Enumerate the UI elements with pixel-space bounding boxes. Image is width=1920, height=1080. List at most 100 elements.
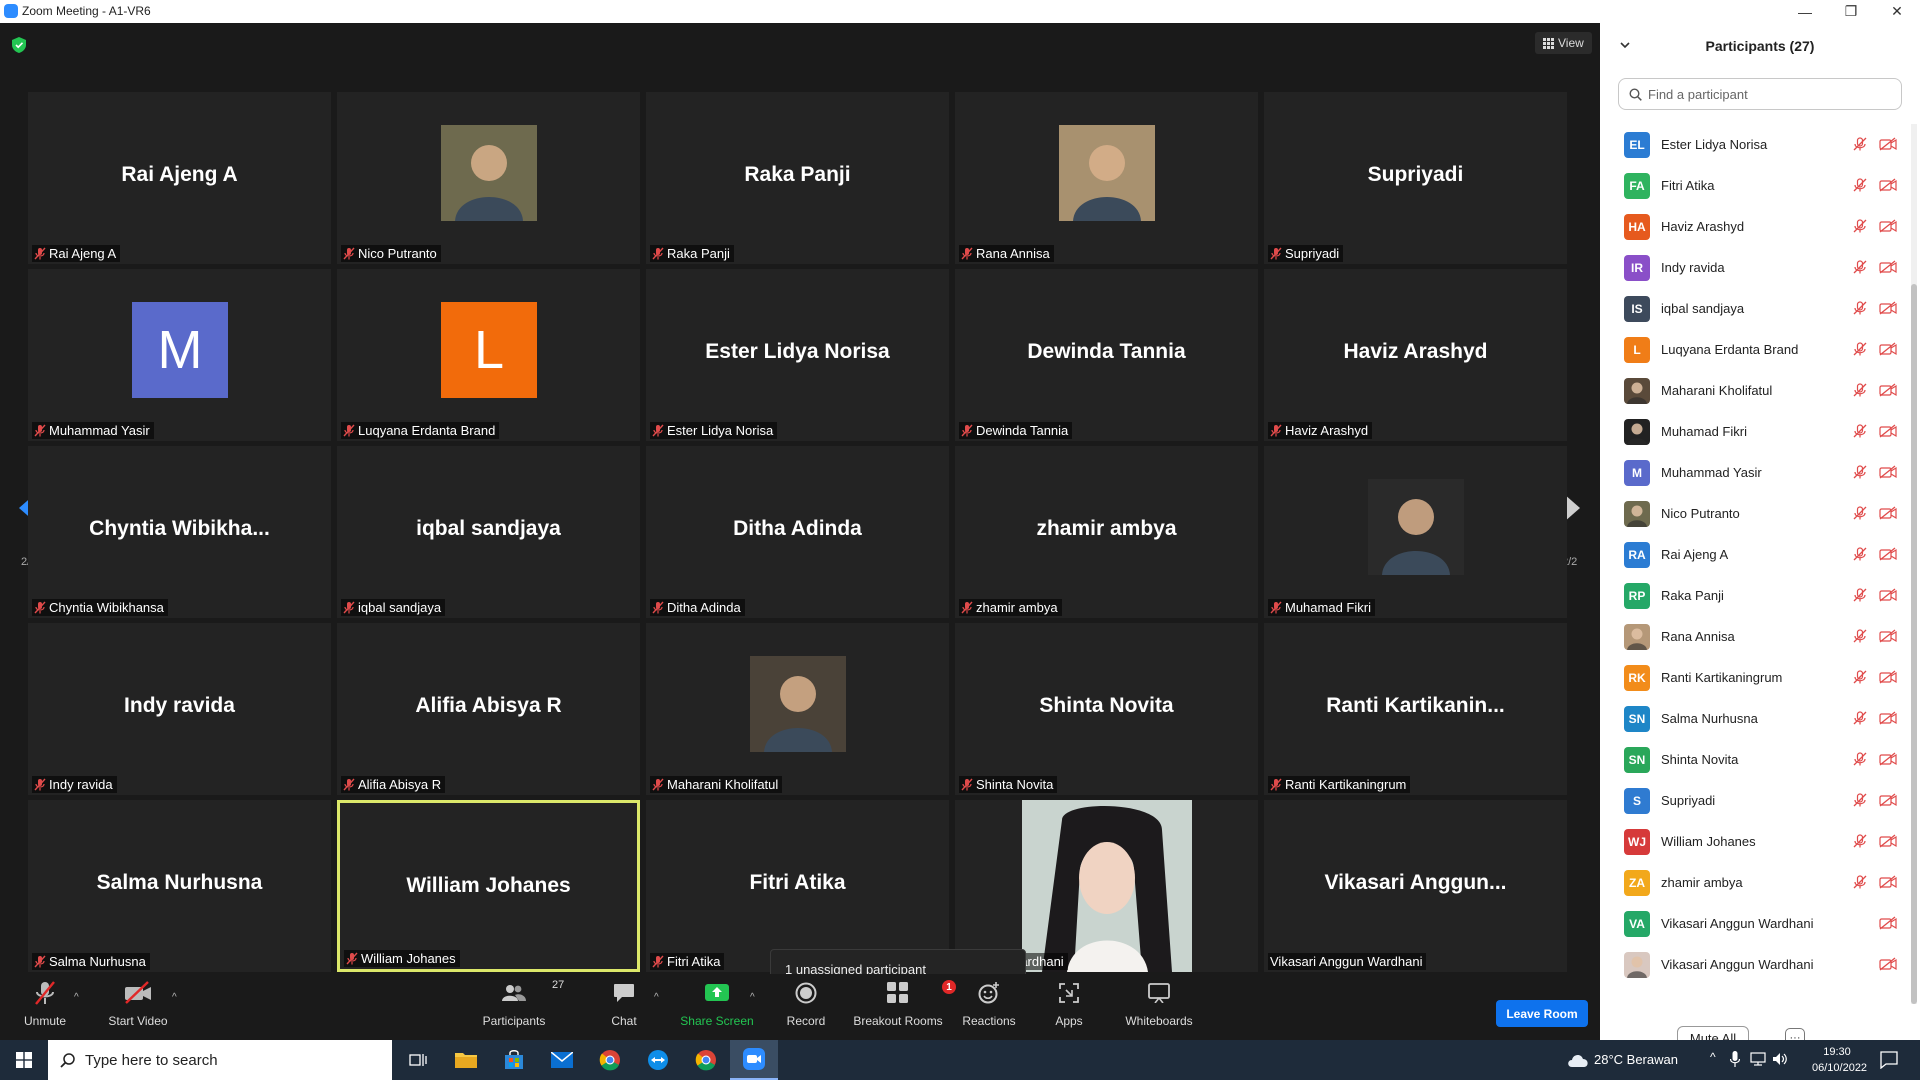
chat-options-caret[interactable]: ^ xyxy=(654,992,659,1003)
muted-microphone-icon[interactable] xyxy=(1853,670,1867,689)
close-button[interactable]: ✕ xyxy=(1874,0,1920,23)
muted-microphone-icon[interactable] xyxy=(1853,629,1867,648)
video-off-icon[interactable] xyxy=(1879,178,1897,197)
scrollbar-thumb[interactable] xyxy=(1911,284,1917,1004)
maximize-button[interactable]: ❐ xyxy=(1828,0,1874,23)
muted-microphone-icon[interactable] xyxy=(1853,260,1867,279)
windows-start-button[interactable] xyxy=(0,1040,48,1080)
video-off-icon[interactable] xyxy=(1879,957,1897,976)
participant-list-item[interactable]: IR Indy ravida xyxy=(1600,247,1910,288)
participant-list-item[interactable]: IS iqbal sandjaya xyxy=(1600,288,1910,329)
participant-tile[interactable]: Fitri Atika Fitri Atika xyxy=(646,800,949,972)
video-off-icon[interactable] xyxy=(1879,506,1897,525)
video-off-icon[interactable] xyxy=(1879,916,1897,935)
participant-tile[interactable]: iqbal sandjaya iqbal sandjaya xyxy=(337,446,640,618)
participant-tile[interactable]: William Johanes William Johanes xyxy=(337,800,640,972)
record-button[interactable]: Record xyxy=(786,976,826,1038)
muted-microphone-icon[interactable] xyxy=(1853,752,1867,771)
participant-tile[interactable]: Rai Ajeng A Rai Ajeng A xyxy=(28,92,331,264)
muted-microphone-icon[interactable] xyxy=(1853,875,1867,894)
audio-options-caret[interactable]: ^ xyxy=(74,992,79,1003)
muted-microphone-icon[interactable] xyxy=(1853,547,1867,566)
minimize-button[interactable]: — xyxy=(1782,0,1828,23)
unmute-button[interactable]: Unmute xyxy=(20,976,70,1038)
network-icon[interactable] xyxy=(1750,1052,1766,1066)
participant-tile[interactable]: Nico Putranto xyxy=(337,92,640,264)
start-video-button[interactable]: Start Video xyxy=(108,976,168,1038)
participant-list-item[interactable]: SN Shinta Novita xyxy=(1600,739,1910,780)
participant-tile[interactable]: Alifia Abisya R Alifia Abisya R xyxy=(337,623,640,795)
whiteboards-button[interactable]: Whiteboards xyxy=(1124,976,1194,1038)
video-off-icon[interactable] xyxy=(1879,301,1897,320)
muted-microphone-icon[interactable] xyxy=(1853,219,1867,238)
participant-list-item[interactable]: HA Haviz Arashyd xyxy=(1600,206,1910,247)
participant-list-item[interactable]: ZA zhamir ambya xyxy=(1600,862,1910,903)
microsoft-store-app[interactable] xyxy=(490,1040,538,1080)
teamviewer-app[interactable] xyxy=(634,1040,682,1080)
participant-list-item[interactable]: RA Rai Ajeng A xyxy=(1600,534,1910,575)
muted-microphone-icon[interactable] xyxy=(1853,342,1867,361)
video-off-icon[interactable] xyxy=(1879,629,1897,648)
muted-microphone-icon[interactable] xyxy=(1853,178,1867,197)
participant-tile[interactable]: Ditha Adinda Ditha Adinda xyxy=(646,446,949,618)
video-off-icon[interactable] xyxy=(1879,137,1897,156)
participant-list-item[interactable]: L Luqyana Erdanta Brand xyxy=(1600,329,1910,370)
participant-list-item[interactable]: M Muhammad Yasir xyxy=(1600,452,1910,493)
show-hidden-icons-icon[interactable]: ^ xyxy=(1710,1050,1716,1064)
task-view-button[interactable] xyxy=(394,1040,442,1080)
participant-list-item[interactable]: FA Fitri Atika xyxy=(1600,165,1910,206)
muted-microphone-icon[interactable] xyxy=(1853,424,1867,443)
participant-list-item[interactable]: S Supriyadi xyxy=(1600,780,1910,821)
participant-tile[interactable]: ggun Wardhani xyxy=(955,800,1258,972)
video-options-caret[interactable]: ^ xyxy=(172,992,177,1003)
participant-tile[interactable]: Ester Lidya Norisa Ester Lidya Norisa xyxy=(646,269,949,441)
participant-tile[interactable]: Raka Panji Raka Panji xyxy=(646,92,949,264)
participant-tile[interactable]: Salma Nurhusna Salma Nurhusna xyxy=(28,800,331,972)
muted-microphone-icon[interactable] xyxy=(1853,301,1867,320)
muted-microphone-icon[interactable] xyxy=(1853,383,1867,402)
video-off-icon[interactable] xyxy=(1879,260,1897,279)
participant-tile[interactable]: Maharani Kholifatul xyxy=(646,623,949,795)
participant-list-item[interactable]: Vikasari Anggun Wardhani xyxy=(1600,944,1910,985)
video-off-icon[interactable] xyxy=(1879,547,1897,566)
video-off-icon[interactable] xyxy=(1879,588,1897,607)
participant-tile[interactable]: Vikasari Anggun... Vikasari Anggun Wardha… xyxy=(1264,800,1567,972)
file-explorer-app[interactable] xyxy=(442,1040,490,1080)
video-off-icon[interactable] xyxy=(1879,793,1897,812)
video-off-icon[interactable] xyxy=(1879,219,1897,238)
participant-list-item[interactable]: RP Raka Panji xyxy=(1600,575,1910,616)
reactions-button[interactable]: Reactions xyxy=(962,976,1016,1038)
view-button[interactable]: View xyxy=(1535,32,1592,54)
share-options-caret[interactable]: ^ xyxy=(750,992,755,1003)
participant-tile[interactable]: zhamir ambya zhamir ambya xyxy=(955,446,1258,618)
encryption-shield-icon[interactable] xyxy=(12,37,26,53)
weather-text[interactable]: 28°C Berawan xyxy=(1594,1052,1678,1067)
chat-button[interactable]: Chat xyxy=(606,976,642,1038)
participant-tile[interactable]: Chyntia Wibikha... Chyntia Wibikhansa xyxy=(28,446,331,618)
muted-microphone-icon[interactable] xyxy=(1853,588,1867,607)
participant-list-item[interactable]: Muhamad Fikri xyxy=(1600,411,1910,452)
video-off-icon[interactable] xyxy=(1879,834,1897,853)
apps-button[interactable]: Apps xyxy=(1054,976,1084,1038)
participant-tile[interactable]: Rana Annisa xyxy=(955,92,1258,264)
microphone-icon[interactable] xyxy=(1730,1051,1740,1068)
chrome-app[interactable] xyxy=(586,1040,634,1080)
participant-tile[interactable]: Dewinda Tannia Dewinda Tannia xyxy=(955,269,1258,441)
participant-list-item[interactable]: SN Salma Nurhusna xyxy=(1600,698,1910,739)
video-off-icon[interactable] xyxy=(1879,424,1897,443)
participant-tile[interactable]: Indy ravida Indy ravida xyxy=(28,623,331,795)
muted-microphone-icon[interactable] xyxy=(1853,711,1867,730)
video-off-icon[interactable] xyxy=(1879,670,1897,689)
participants-button[interactable]: 27 Participants xyxy=(481,976,565,1038)
video-off-icon[interactable] xyxy=(1879,752,1897,771)
participant-list-item[interactable]: Maharani Kholifatul xyxy=(1600,370,1910,411)
participant-list-item[interactable]: Rana Annisa xyxy=(1600,616,1910,657)
participant-list-item[interactable]: EL Ester Lidya Norisa xyxy=(1600,124,1910,165)
participant-list-scrollbar[interactable] xyxy=(1911,124,1917,1004)
muted-microphone-icon[interactable] xyxy=(1853,137,1867,156)
participant-list-item[interactable]: RK Ranti Kartikaningrum xyxy=(1600,657,1910,698)
participant-search-input[interactable]: Find a participant xyxy=(1618,78,1902,110)
video-off-icon[interactable] xyxy=(1879,711,1897,730)
system-clock[interactable]: 19:30 06/10/2022 xyxy=(1812,1044,1867,1076)
muted-microphone-icon[interactable] xyxy=(1853,793,1867,812)
